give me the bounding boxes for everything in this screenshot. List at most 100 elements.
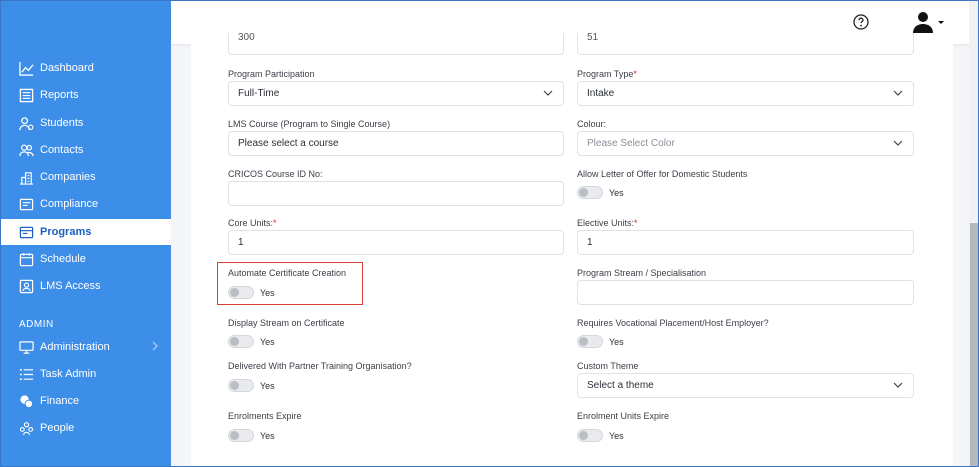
sidebar-item-compliance[interactable]: Compliance bbox=[1, 191, 171, 217]
monitor-icon bbox=[18, 339, 34, 355]
allow-letter-label: Allow Letter of Offer for Domestic Stude… bbox=[577, 169, 748, 179]
cricos-label: CRICOS Course ID No: bbox=[228, 169, 323, 179]
sidebar-item-lms-access[interactable]: LMS Access bbox=[1, 273, 171, 299]
partner-org-toggle[interactable]: Yes bbox=[228, 379, 275, 392]
custom-theme-label: Custom Theme bbox=[577, 361, 639, 371]
sidebar-item-administration[interactable]: Administration bbox=[1, 334, 171, 360]
sidebar-item-programs[interactable]: Programs bbox=[1, 219, 171, 245]
sidebar-item-label: People bbox=[40, 422, 75, 434]
program-participation-label: Program Participation bbox=[228, 69, 315, 79]
elective-units-value: 1 bbox=[587, 237, 593, 248]
sidebar-item-label: Finance bbox=[40, 395, 80, 407]
program-stream-label: Program Stream / Specialisation bbox=[577, 268, 707, 278]
chart-line-icon bbox=[18, 60, 34, 76]
partial-field-right[interactable]: 51 bbox=[577, 33, 914, 55]
elective-units-input[interactable]: 1 bbox=[577, 230, 914, 255]
lms-course-label: LMS Course (Program to Single Course) bbox=[228, 119, 391, 129]
toggle-switch[interactable] bbox=[228, 286, 254, 299]
companies-icon bbox=[18, 169, 34, 185]
lms-icon bbox=[18, 278, 34, 294]
chevron-down-icon bbox=[893, 89, 903, 100]
core-units-value: 1 bbox=[238, 237, 244, 248]
sidebar-item-reports[interactable]: Reports bbox=[1, 82, 171, 108]
program-stream-input[interactable] bbox=[577, 280, 914, 305]
report-icon bbox=[18, 87, 34, 103]
enrolments-expire-label: Enrolments Expire bbox=[228, 411, 302, 421]
sidebar-item-finance[interactable]: Finance bbox=[1, 388, 171, 414]
enrolments-expire-toggle[interactable]: Yes bbox=[228, 429, 275, 442]
people-icon bbox=[18, 420, 34, 436]
toggle-label: Yes bbox=[260, 287, 275, 298]
program-type-select[interactable]: Intake bbox=[577, 81, 914, 106]
program-type-label: Program Type* bbox=[577, 69, 637, 79]
sidebar-item-label: Reports bbox=[40, 89, 79, 101]
toggle-switch[interactable] bbox=[577, 335, 603, 348]
sidebar-item-task-admin[interactable]: Task Admin bbox=[1, 361, 171, 387]
sidebar-item-label: Compliance bbox=[40, 198, 99, 210]
list-icon bbox=[18, 366, 34, 382]
display-stream-label: Display Stream on Certificate bbox=[228, 318, 345, 328]
toggle-switch[interactable] bbox=[228, 379, 254, 392]
colour-placeholder: Please Select Color bbox=[587, 138, 675, 149]
chevron-down-icon bbox=[893, 139, 903, 150]
automate-certificate-label: Automate Certificate Creation bbox=[228, 268, 347, 278]
sidebar-section-admin: ADMIN bbox=[19, 319, 54, 330]
toggle-switch[interactable] bbox=[577, 429, 603, 442]
sidebar-item-label: Students bbox=[40, 117, 84, 129]
automate-certificate-toggle[interactable]: Yes bbox=[228, 286, 275, 299]
chevron-right-icon bbox=[151, 340, 159, 355]
custom-theme-select[interactable]: Select a theme bbox=[577, 373, 914, 398]
colour-label: Colour: bbox=[577, 119, 607, 129]
app-window: Dashboard Reports Students Contacts Comp… bbox=[0, 0, 979, 467]
program-participation-select[interactable]: Full-Time bbox=[228, 81, 564, 106]
compliance-icon bbox=[18, 196, 34, 212]
partner-org-label: Delivered With Partner Training Organisa… bbox=[228, 361, 412, 371]
sidebar-item-label: Dashboard bbox=[40, 62, 94, 74]
custom-theme-value: Select a theme bbox=[587, 380, 654, 391]
partial-field-left[interactable]: 300 bbox=[228, 33, 564, 55]
help-circle-icon[interactable] bbox=[853, 14, 869, 30]
sidebar-item-label: Contacts bbox=[40, 144, 84, 156]
toggle-label: Yes bbox=[609, 336, 624, 347]
elective-units-label: Elective Units:* bbox=[577, 218, 638, 228]
cricos-input[interactable] bbox=[228, 181, 564, 206]
chevron-down-icon bbox=[543, 89, 553, 100]
sidebar-item-schedule[interactable]: Schedule bbox=[1, 246, 171, 272]
toggle-switch[interactable] bbox=[577, 186, 603, 199]
core-units-input[interactable]: 1 bbox=[228, 230, 564, 255]
lms-course-select[interactable]: Please select a course bbox=[228, 131, 564, 156]
vocational-placement-label: Requires Vocational Placement/Host Emplo… bbox=[577, 318, 769, 328]
sidebar-item-label: Task Admin bbox=[40, 368, 97, 380]
sidebar-item-people[interactable]: People bbox=[1, 415, 171, 441]
contacts-icon bbox=[18, 142, 34, 158]
toggle-label: Yes bbox=[260, 380, 275, 391]
toggle-label: Yes bbox=[609, 430, 624, 441]
colour-select[interactable]: Please Select Color bbox=[577, 131, 914, 156]
allow-letter-toggle[interactable]: Yes bbox=[577, 186, 624, 199]
sidebar-item-companies[interactable]: Companies bbox=[1, 164, 171, 190]
program-type-value: Intake bbox=[587, 88, 615, 99]
sidebar-item-label: Companies bbox=[40, 171, 96, 183]
toggle-switch[interactable] bbox=[228, 335, 254, 348]
calendar-icon bbox=[18, 251, 34, 267]
sidebar-item-label: LMS Access bbox=[40, 280, 101, 292]
user-avatar-icon[interactable] bbox=[913, 11, 945, 33]
coins-icon bbox=[18, 393, 34, 409]
sidebar-item-label: Administration bbox=[40, 341, 110, 353]
enrolment-units-expire-toggle[interactable]: Yes bbox=[577, 429, 624, 442]
students-icon bbox=[18, 115, 34, 131]
programs-icon bbox=[18, 224, 34, 240]
core-units-label: Core Units:* bbox=[228, 218, 277, 228]
program-participation-value: Full-Time bbox=[238, 88, 280, 99]
toggle-switch[interactable] bbox=[228, 429, 254, 442]
partial-field-left-value: 300 bbox=[238, 33, 255, 43]
sidebar-item-contacts[interactable]: Contacts bbox=[1, 137, 171, 163]
sidebar-item-students[interactable]: Students bbox=[1, 110, 171, 136]
sidebar-item-dashboard[interactable]: Dashboard bbox=[1, 55, 171, 81]
chevron-down-icon bbox=[893, 381, 903, 392]
vocational-placement-toggle[interactable]: Yes bbox=[577, 335, 624, 348]
program-form bbox=[191, 44, 953, 466]
sidebar-item-label: Programs bbox=[40, 226, 92, 238]
display-stream-toggle[interactable]: Yes bbox=[228, 335, 275, 348]
scrollbar-thumb[interactable] bbox=[970, 223, 978, 466]
